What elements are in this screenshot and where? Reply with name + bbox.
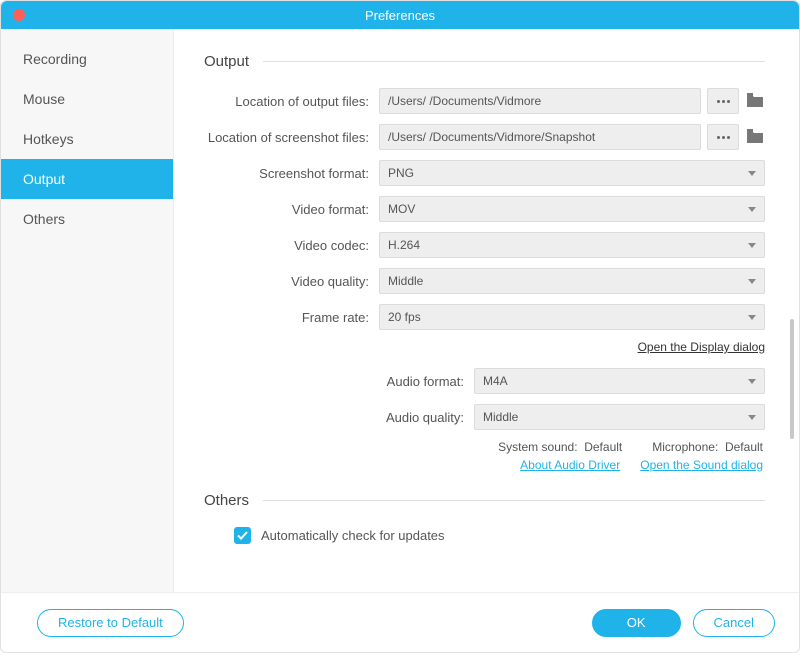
label-frame-rate: Frame rate: [204, 310, 379, 325]
open-output-folder-icon[interactable] [745, 93, 765, 109]
sidebar-item-mouse[interactable]: Mouse [1, 79, 173, 119]
auto-update-checkbox[interactable] [234, 527, 251, 544]
sidebar: Recording Mouse Hotkeys Output Others [1, 29, 174, 592]
label-screenshot-format: Screenshot format: [204, 166, 379, 181]
sidebar-item-label: Mouse [23, 91, 65, 107]
chevron-down-icon [748, 379, 756, 384]
microphone-value: Default [725, 440, 763, 454]
chevron-down-icon [748, 243, 756, 248]
chevron-down-icon [748, 415, 756, 420]
restore-default-button[interactable]: Restore to Default [37, 609, 184, 637]
select-value: Middle [388, 274, 423, 288]
chevron-down-icon [748, 315, 756, 320]
open-screenshot-folder-icon[interactable] [745, 129, 765, 145]
select-value: H.264 [388, 238, 420, 252]
audio-status-row: System sound: Default Microphone: Defaul… [204, 440, 765, 454]
section-title: Output [204, 53, 249, 70]
preferences-window: Preferences Recording Mouse Hotkeys Outp… [0, 0, 800, 653]
sidebar-item-recording[interactable]: Recording [1, 39, 173, 79]
browse-output-location-button[interactable] [707, 88, 739, 114]
label-video-codec: Video codec: [204, 238, 379, 253]
window-body: Recording Mouse Hotkeys Output Others Ou… [1, 29, 799, 592]
chevron-down-icon [748, 171, 756, 176]
open-sound-dialog-link[interactable]: Open the Sound dialog [640, 458, 763, 472]
video-format-select[interactable]: MOV [379, 196, 765, 222]
label-video-format: Video format: [204, 202, 379, 217]
select-value: 20 fps [388, 310, 421, 324]
screenshot-format-select[interactable]: PNG [379, 160, 765, 186]
chevron-down-icon [748, 279, 756, 284]
divider [263, 500, 765, 501]
sidebar-item-label: Recording [23, 51, 87, 67]
label-system-sound: System sound: [498, 440, 577, 454]
divider [263, 61, 765, 62]
output-location-field[interactable]: /Users/ /Documents/Vidmore [379, 88, 701, 114]
frame-rate-select[interactable]: 20 fps [379, 304, 765, 330]
window-title: Preferences [1, 8, 799, 23]
label-video-quality: Video quality: [204, 274, 379, 289]
select-value: M4A [483, 374, 508, 388]
sidebar-item-label: Others [23, 211, 65, 227]
select-value: Middle [483, 410, 518, 424]
sidebar-item-label: Hotkeys [23, 131, 74, 147]
audio-format-select[interactable]: M4A [474, 368, 765, 394]
titlebar: Preferences [1, 1, 799, 29]
select-value: PNG [388, 166, 414, 180]
content-wrap: Output Location of output files: /Users/… [174, 29, 799, 592]
video-quality-select[interactable]: Middle [379, 268, 765, 294]
label-audio-quality: Audio quality: [204, 410, 474, 425]
section-header-output: Output [204, 53, 765, 70]
section-title: Others [204, 492, 249, 509]
cancel-button[interactable]: Cancel [693, 609, 775, 637]
about-audio-driver-link[interactable]: About Audio Driver [520, 458, 620, 472]
system-sound-value: Default [584, 440, 622, 454]
sidebar-item-others[interactable]: Others [1, 199, 173, 239]
screenshot-location-field[interactable]: /Users/ /Documents/Vidmore/Snapshot [379, 124, 701, 150]
section-header-others: Others [204, 492, 765, 509]
sidebar-item-hotkeys[interactable]: Hotkeys [1, 119, 173, 159]
content-pane: Output Location of output files: /Users/… [174, 29, 791, 592]
open-display-dialog-link[interactable]: Open the Display dialog [638, 340, 765, 354]
label-audio-format: Audio format: [204, 374, 474, 389]
video-codec-select[interactable]: H.264 [379, 232, 765, 258]
browse-screenshot-location-button[interactable] [707, 124, 739, 150]
sidebar-item-label: Output [23, 171, 65, 187]
label-microphone: Microphone: [652, 440, 718, 454]
label-screenshot-location: Location of screenshot files: [204, 130, 379, 145]
footer: Restore to Default OK Cancel [1, 592, 799, 652]
select-value: MOV [388, 202, 415, 216]
ok-button[interactable]: OK [592, 609, 681, 637]
audio-quality-select[interactable]: Middle [474, 404, 765, 430]
auto-update-label: Automatically check for updates [261, 528, 445, 543]
label-output-location: Location of output files: [204, 94, 379, 109]
sidebar-item-output[interactable]: Output [1, 159, 173, 199]
chevron-down-icon [748, 207, 756, 212]
